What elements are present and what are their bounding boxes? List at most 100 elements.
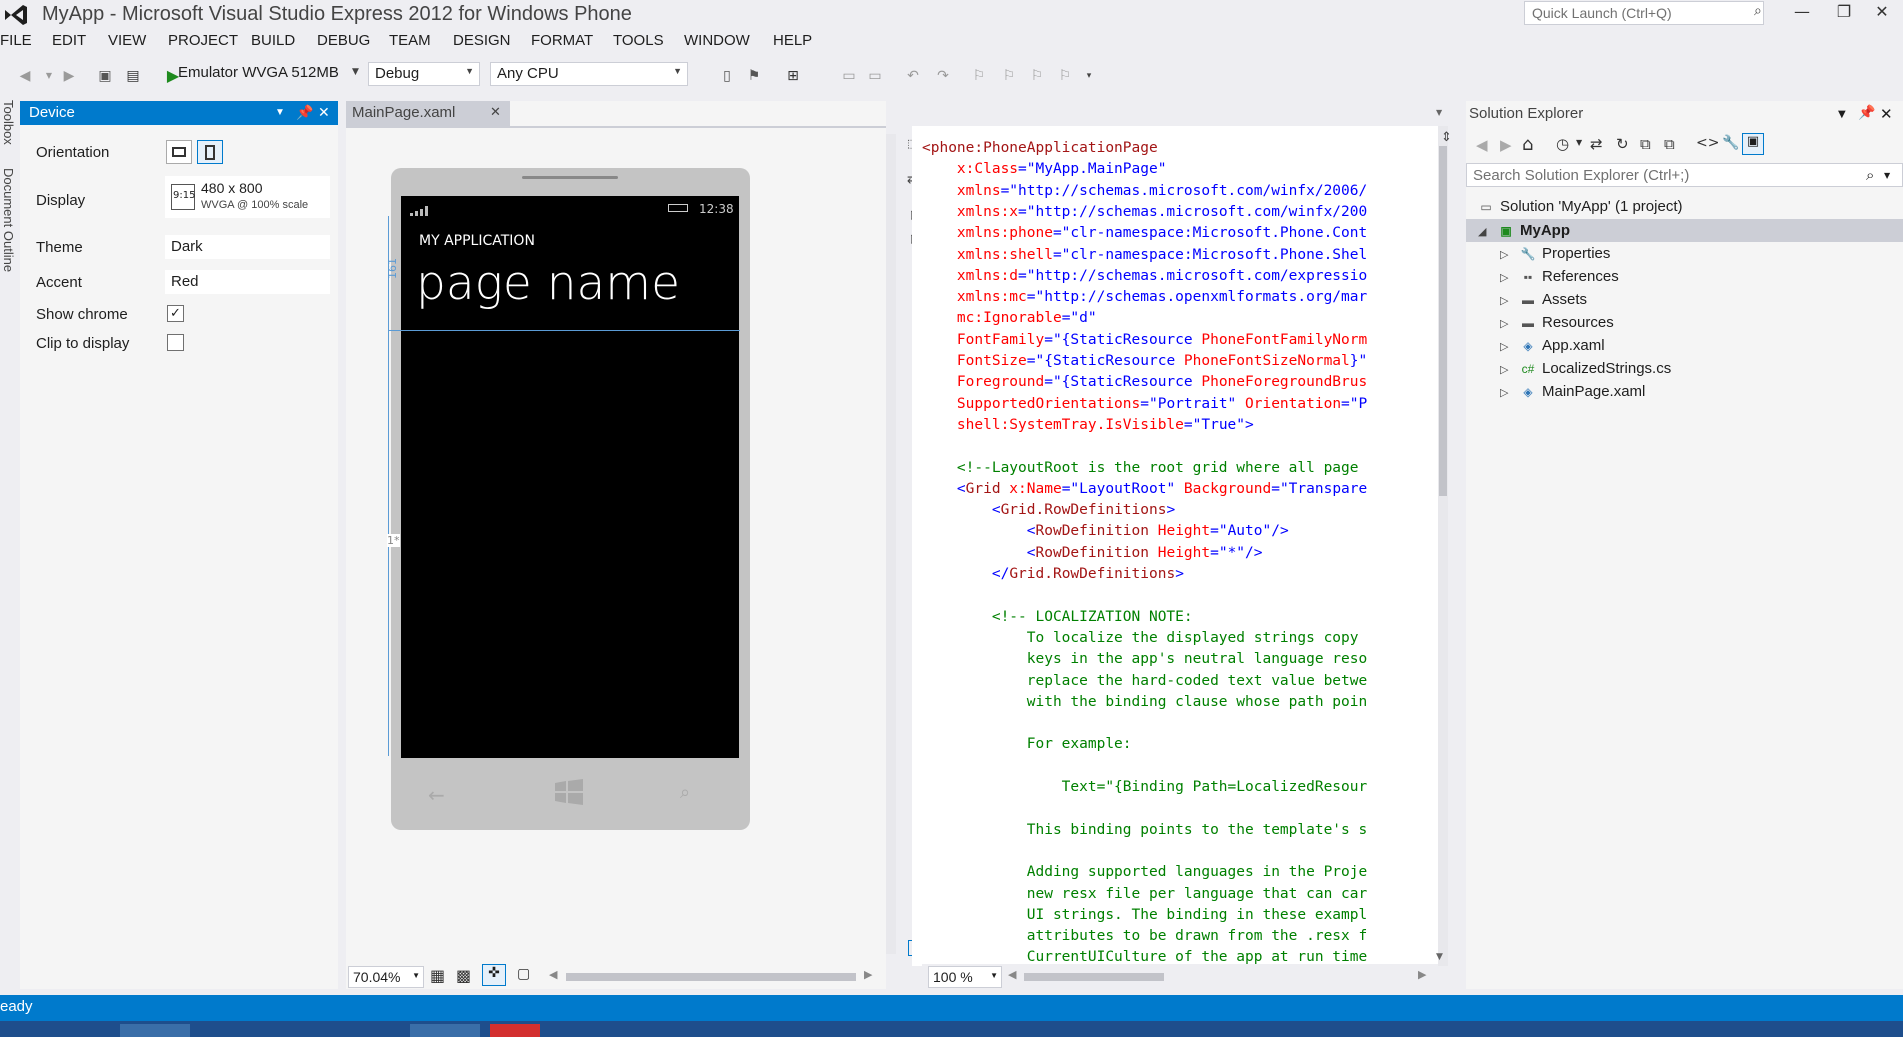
row-size-marker[interactable]: 161: [386, 258, 399, 279]
code-line[interactable]: Adding supported languages in the Proje: [922, 862, 1367, 882]
editor-horizontal-scrollbar[interactable]: [1024, 973, 1164, 981]
code-line[interactable]: Text="{Binding Path=LocalizedResour: [922, 777, 1368, 797]
portrait-button[interactable]: [197, 140, 223, 164]
properties-icon[interactable]: 🔧: [1722, 135, 1739, 151]
collapsed-arrow-icon[interactable]: ▷: [1500, 317, 1508, 330]
code-line[interactable]: x:Class="MyApp.MainPage": [922, 159, 1167, 179]
attach-icon[interactable]: ⚑: [745, 67, 763, 85]
row-divider[interactable]: [388, 330, 740, 331]
configuration-select[interactable]: Debug ▼: [368, 62, 480, 86]
theme-select[interactable]: Dark: [165, 235, 330, 259]
code-line[interactable]: shell:SystemTray.IsVisible="True">: [922, 415, 1254, 435]
code-line[interactable]: To localize the displayed strings copy: [922, 628, 1359, 648]
chevron-down-icon[interactable]: ▼: [1884, 171, 1890, 180]
tree-item-properties[interactable]: 🔧 Properties: [1520, 243, 1611, 265]
annotation-icon[interactable]: ▢: [517, 966, 530, 982]
code-line[interactable]: xmlns:x="http://schemas.microsoft.com/wi…: [922, 202, 1367, 222]
scroll-left-icon[interactable]: ◀: [1008, 968, 1016, 981]
code-line[interactable]: xmlns:d="http://schemas.microsoft.com/ex…: [922, 266, 1367, 286]
redo-icon[interactable]: ↷: [934, 67, 952, 85]
clip-to-display-checkbox[interactable]: [167, 334, 184, 351]
undo-icon[interactable]: ↶: [904, 67, 922, 85]
dropdown-arrow-icon[interactable]: ▼: [40, 67, 58, 85]
show-chrome-checkbox[interactable]: ✓: [167, 305, 184, 322]
bookmark-next-icon[interactable]: ⚐: [1028, 67, 1046, 85]
editor-zoom-select[interactable]: 100 % ▼: [928, 966, 1002, 988]
code-line[interactable]: mc:Ignorable="d": [922, 308, 1097, 328]
toolbar-options-icon[interactable]: ▾: [1080, 67, 1098, 85]
collapsed-arrow-icon[interactable]: ▷: [1500, 386, 1508, 399]
preview-icon[interactable]: ▣: [1742, 133, 1764, 155]
code-line[interactable]: SupportedOrientations="Portrait" Orienta…: [922, 394, 1367, 414]
designer-vertical-scrollbar[interactable]: [886, 134, 896, 954]
minimize-button[interactable]: —: [1780, 0, 1824, 26]
code-line[interactable]: CurrentUICulture of the app at run time: [922, 947, 1367, 967]
code-line[interactable]: xmlns="http://schemas.microsoft.com/winf…: [922, 181, 1367, 201]
menu-tools[interactable]: TOOLS: [613, 32, 664, 49]
code-line[interactable]: xmlns:phone="clr-namespace:Microsoft.Pho…: [922, 223, 1367, 243]
xaml-code-editor[interactable]: <phone:PhoneApplicationPage x:Class="MyA…: [922, 126, 1438, 967]
menu-window[interactable]: WINDOW: [684, 32, 750, 49]
align-icon[interactable]: ▭: [840, 67, 858, 85]
platform-select[interactable]: Any CPU ▼: [490, 62, 688, 86]
code-line[interactable]: UI strings. The binding in these exampl: [922, 905, 1367, 925]
designer-zoom-select[interactable]: 70.04% ▼: [348, 966, 424, 988]
bookmark-clear-icon[interactable]: ⚐: [1056, 67, 1074, 85]
history-icon[interactable]: ◷: [1556, 135, 1569, 153]
code-line[interactable]: replace the hard-coded text value betwe: [922, 671, 1367, 691]
code-line[interactable]: with the binding clause whose path poin: [922, 692, 1367, 712]
chevron-down-icon[interactable]: ▼: [352, 67, 359, 77]
view-code-icon[interactable]: <>: [1696, 135, 1719, 151]
page-title[interactable]: page name: [416, 256, 680, 311]
menu-help[interactable]: HELP: [773, 32, 812, 49]
forward-icon[interactable]: ▶: [60, 67, 78, 85]
chevron-down-icon[interactable]: ▼: [275, 107, 285, 118]
run-target-label[interactable]: Emulator WVGA 512MB: [178, 64, 339, 81]
tree-item-resources[interactable]: ▬ Resources: [1520, 312, 1614, 334]
pin-icon[interactable]: 📌: [296, 104, 313, 121]
chevron-down-icon[interactable]: ▼: [1576, 138, 1582, 147]
horizontal-scrollbar[interactable]: [566, 973, 856, 981]
collapsed-arrow-icon[interactable]: ▷: [1500, 363, 1508, 376]
menu-team[interactable]: TEAM: [389, 32, 431, 49]
show-all-files-icon[interactable]: ⧉: [1664, 135, 1675, 153]
code-line[interactable]: attributes to be drawn from the .resx f: [922, 926, 1367, 946]
tree-item-localizedstrings[interactable]: c# LocalizedStrings.cs: [1520, 358, 1672, 380]
tree-solution[interactable]: ▭ Solution 'MyApp' (1 project): [1478, 196, 1682, 218]
tree-item-references[interactable]: ▪▪ References: [1520, 266, 1619, 288]
code-line[interactable]: <!-- LOCALIZATION NOTE:: [922, 607, 1193, 627]
collapsed-arrow-icon[interactable]: ▷: [1500, 340, 1508, 353]
tab-document-outline[interactable]: Document Outline: [1, 168, 16, 272]
artboard-icon[interactable]: ✜: [482, 964, 506, 986]
taskbar-app-vs[interactable]: [410, 1024, 480, 1037]
forward-icon[interactable]: ▶: [1500, 136, 1512, 154]
code-line[interactable]: <Grid.RowDefinitions>: [922, 500, 1175, 520]
device-icon[interactable]: ▯: [718, 67, 736, 85]
expanded-arrow-icon[interactable]: ◢: [1478, 225, 1486, 238]
tree-item-app-xaml[interactable]: ◈ App.xaml: [1520, 335, 1604, 357]
code-line[interactable]: This binding points to the template's s: [922, 820, 1367, 840]
back-icon[interactable]: ◀: [16, 67, 34, 85]
bookmark-icon[interactable]: ⚐: [970, 67, 988, 85]
code-line[interactable]: <Grid x:Name="LayoutRoot" Background="Tr…: [922, 479, 1367, 499]
menu-design[interactable]: DESIGN: [453, 32, 511, 49]
layout-icon[interactable]: ⊞: [784, 67, 802, 85]
display-select[interactable]: 9:15 480 x 800 WVGA @ 100% scale: [165, 176, 330, 218]
code-line[interactable]: Foreground="{StaticResource PhoneForegro…: [922, 372, 1367, 392]
scroll-right-icon[interactable]: ▶: [864, 968, 872, 981]
editor-scroll-thumb[interactable]: [1439, 146, 1447, 496]
snap-grid-icon[interactable]: ▩: [456, 966, 471, 985]
collapsed-arrow-icon[interactable]: ▷: [1500, 248, 1508, 261]
tab-toolbox[interactable]: Toolbox: [1, 100, 16, 145]
code-line[interactable]: <phone:PhoneApplicationPage: [922, 138, 1158, 158]
scroll-right-icon[interactable]: ▶: [1418, 968, 1426, 981]
code-line[interactable]: </Grid.RowDefinitions>: [922, 564, 1184, 584]
bookmark-prev-icon[interactable]: ⚐: [1000, 67, 1018, 85]
new-project-icon[interactable]: ▣: [96, 67, 114, 85]
quick-launch-input[interactable]: Quick Launch (Ctrl+Q): [1524, 1, 1764, 25]
code-line[interactable]: FontSize="{StaticResource PhoneFontSizeN…: [922, 351, 1367, 371]
tree-project[interactable]: ▣ MyApp: [1498, 220, 1570, 242]
tab-mainpage-xaml[interactable]: MainPage.xaml ✕: [346, 101, 510, 126]
menu-file[interactable]: FILE: [0, 32, 32, 49]
code-line[interactable]: <RowDefinition Height="*"/>: [922, 543, 1263, 563]
